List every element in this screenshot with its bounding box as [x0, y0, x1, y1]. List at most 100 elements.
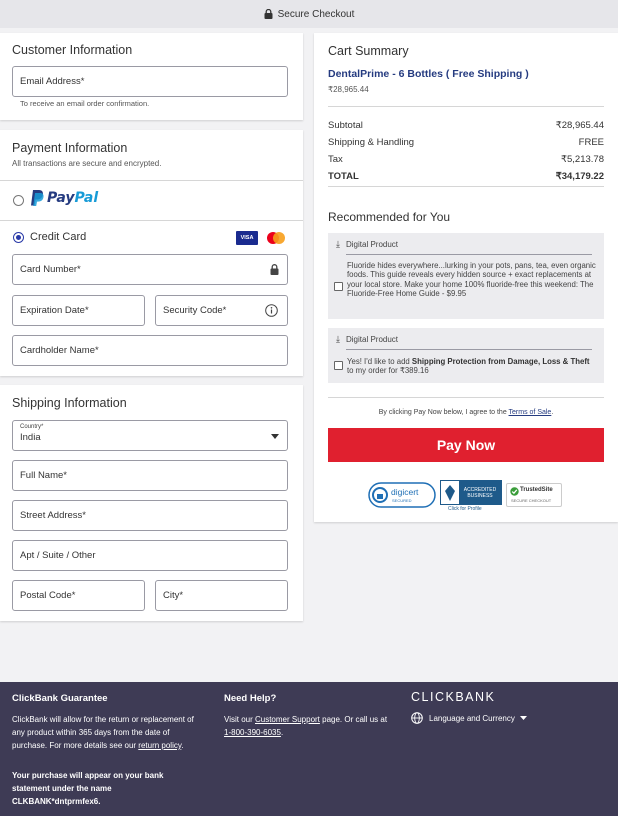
clickbank-logo: CLICKBANK — [411, 690, 496, 704]
expiration-date-field[interactable]: Expiration Date* — [12, 295, 145, 326]
full-name-label: Full Name* — [20, 470, 67, 481]
help-text-after: . — [280, 727, 284, 737]
need-help-title: Need Help? — [224, 693, 277, 704]
guarantee-text: ClickBank will allow for the return or r… — [12, 714, 204, 752]
subtotal-label: Subtotal — [328, 120, 363, 131]
paypal-radio[interactable] — [13, 195, 24, 206]
digicert-text: digicert — [391, 487, 419, 497]
fluoride-guide-text: Fluoride hides everywhere...lurking in y… — [347, 261, 596, 299]
support-phone-link[interactable]: 1-800-390-6035 — [224, 728, 281, 737]
apt-suite-label: Apt / Suite / Other — [20, 550, 96, 561]
shipping-protection-text: Yes! I'd like to add Shipping Protection… — [347, 357, 596, 376]
digicert-badge[interactable]: digicert SECURED — [368, 480, 436, 510]
guarantee-text-after: . — [181, 740, 184, 750]
visa-icon: VISA — [236, 231, 258, 245]
country-label: Country* — [20, 424, 44, 430]
download-icon: ⤓ — [336, 334, 340, 344]
cardholder-name-field[interactable]: Cardholder Name* — [12, 335, 288, 366]
tax-row: Tax ₹5,213.78 — [328, 154, 604, 165]
secure-checkout-title: Secure Checkout — [277, 8, 355, 20]
city-field[interactable]: City* — [155, 580, 288, 611]
shipping-protection-bold: Shipping Protection from Damage, Loss & … — [411, 357, 590, 366]
security-code-label: Security Code* — [163, 305, 227, 316]
terms-prefix: By clicking Pay Now below, I agree to th… — [378, 409, 509, 416]
pay-now-button[interactable]: Pay Now — [328, 428, 604, 462]
bbb-text-box: ACCREDITED BUSINESS — [459, 481, 501, 504]
recommended-title: Recommended for You — [328, 210, 451, 224]
postal-code-label: Postal Code* — [20, 590, 76, 601]
tax-value: ₹5,213.78 — [560, 154, 604, 165]
shipping-protection-prefix: Yes! I'd like to add — [347, 357, 412, 366]
info-icon[interactable] — [265, 304, 278, 317]
digital-product-tag: Digital Product — [345, 335, 399, 344]
fluoride-guide-checkbox[interactable] — [334, 282, 343, 291]
payment-information-title: Payment Information — [12, 141, 128, 155]
recommended-item-rule — [346, 254, 592, 255]
email-hint: To receive an email order confirmation. — [20, 99, 150, 108]
paypal-pay-text: Pay — [47, 190, 75, 206]
digital-product-tag: Digital Product — [345, 240, 399, 249]
terms-suffix: . — [551, 409, 554, 416]
recommended-item-head: ⤓ Digital Product — [336, 334, 398, 345]
shipping-protection-checkbox[interactable] — [334, 361, 343, 370]
statement-text: Your purchase will appear on your bank s… — [12, 771, 164, 806]
language-currency-selector[interactable]: Language and Currency — [411, 712, 527, 724]
bbb-click-text: Click for Profile — [448, 506, 482, 512]
card-number-field[interactable]: Card Number* — [12, 254, 288, 285]
city-label: City* — [163, 590, 184, 601]
recommended-item-guide: ⤓ Digital Product Fluoride hides everywh… — [328, 233, 604, 319]
shipping-protection-suffix: to my order for ₹389.16 — [347, 366, 429, 376]
return-policy-link[interactable]: return policy — [138, 741, 181, 750]
help-text-before: Visit our — [224, 715, 255, 724]
customer-information-title: Customer Information — [12, 43, 133, 57]
dropdown-arrow-icon — [271, 434, 279, 439]
shipping-information-title: Shipping Information — [12, 396, 127, 410]
email-field-label: Email Address* — [20, 76, 85, 87]
total-divider — [328, 186, 604, 187]
need-help-text: Visit our Customer Support page. Or call… — [224, 714, 392, 740]
cart-divider — [328, 106, 604, 107]
country-select[interactable]: Country* India — [12, 420, 288, 451]
bbb-badge[interactable]: ACCREDITED BUSINESS Click for Profile — [440, 480, 502, 514]
street-address-field[interactable]: Street Address* — [12, 500, 288, 531]
language-currency-label: Language and Currency — [429, 713, 515, 723]
total-value: ₹34,179.22 — [555, 171, 604, 182]
trustedsite-text: TrustedSite — [520, 487, 553, 493]
customer-support-link[interactable]: Customer Support — [255, 715, 320, 724]
full-name-field[interactable]: Full Name* — [12, 460, 288, 491]
chevron-down-icon — [519, 716, 527, 720]
product-price: ₹28,965.44 — [328, 85, 369, 94]
total-row: TOTAL ₹34,179.22 — [328, 171, 604, 182]
terms-of-sale-link[interactable]: Terms of Sale — [509, 409, 552, 416]
total-label: TOTAL — [328, 171, 359, 182]
cart-summary-title: Cart Summary — [328, 44, 409, 58]
cart-summary-panel: Cart Summary DentalPrime - 6 Bottles ( F… — [314, 33, 618, 522]
country-value: India — [20, 432, 41, 443]
trustedsite-sub: SECURE CHECKOUT — [511, 498, 552, 503]
apt-suite-field[interactable]: Apt / Suite / Other — [12, 540, 288, 571]
credit-card-radio[interactable] — [13, 232, 24, 243]
security-code-field[interactable]: Security Code* — [155, 295, 288, 326]
payment-divider-1 — [0, 180, 303, 181]
globe-icon — [411, 712, 423, 724]
bbb-logo: ACCREDITED BUSINESS — [440, 480, 502, 505]
customer-information-panel: Customer Information Email Address* To r… — [0, 33, 303, 120]
email-field[interactable]: Email Address* — [12, 66, 288, 97]
payment-divider-2 — [0, 220, 303, 221]
expiration-date-label: Expiration Date* — [20, 305, 89, 316]
terms-divider — [328, 397, 604, 398]
subtotal-value: ₹28,965.44 — [555, 120, 604, 131]
help-text-middle: page. Or call us at — [319, 715, 388, 724]
trustedsite-badge[interactable]: TrustedSite SECURE CHECKOUT — [506, 483, 562, 507]
digicert-sub: SECURED — [392, 498, 412, 503]
payment-information-subtitle: All transactions are secure and encrypte… — [12, 159, 162, 168]
postal-code-field[interactable]: Postal Code* — [12, 580, 145, 611]
tax-label: Tax — [328, 154, 343, 165]
lock-icon — [264, 9, 273, 19]
shipping-row: Shipping & Handling FREE — [328, 137, 604, 148]
paypal-option[interactable]: PayPal — [30, 190, 98, 206]
credit-card-label[interactable]: Credit Card — [30, 231, 86, 243]
lock-icon — [270, 264, 279, 275]
product-name: DentalPrime - 6 Bottles ( Free Shipping … — [328, 68, 529, 80]
paypal-icon — [31, 190, 44, 206]
